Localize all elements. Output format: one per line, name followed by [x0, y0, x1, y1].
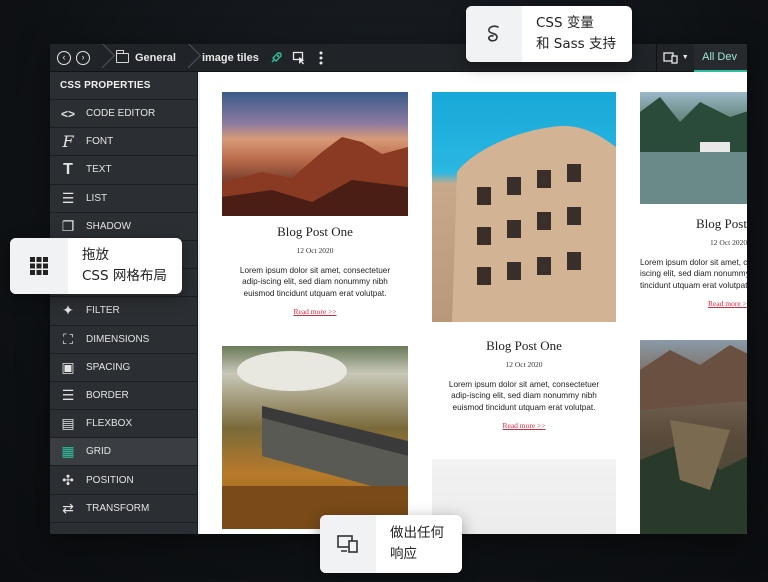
blog-card: Blog Post One 12 Oct 2020 Lorem ipsum do…	[222, 224, 408, 319]
sidebar-item-dimensions[interactable]: ⛶ DIMENSIONS	[50, 326, 197, 354]
card-title: Blog Post One	[486, 338, 562, 353]
card-image-building[interactable]	[432, 92, 616, 322]
css-properties-panel: CSS PROPERTIES <> CODE EDITOR F FONT T TEXT ☰ L…	[50, 72, 198, 534]
device-switch-button[interactable]: ▼	[656, 44, 694, 72]
sass-icon	[466, 6, 522, 62]
list-icon: ☰	[61, 189, 75, 206]
filter-icon: ✦	[62, 302, 74, 319]
chevron-down-icon: ▼	[681, 54, 689, 61]
callout-responsive-text: 做出任何 响应	[376, 523, 444, 565]
card-image-valley[interactable]	[640, 340, 747, 534]
folder-icon	[115, 49, 129, 63]
sidebar-item-flexbox[interactable]: ▤ FLEXBOX	[50, 410, 197, 439]
back-icon[interactable]: ‹	[57, 50, 71, 65]
sidebar-item-shadow[interactable]: ❐ SHADOW	[50, 213, 197, 241]
devices-icon	[663, 51, 678, 64]
blog-card: Blog Post 12 Oct 2020 Lorem ipsum dolor …	[640, 216, 747, 311]
blog-card: Blog Post One 12 Oct 2020 Lorem ipsum do…	[432, 338, 616, 433]
sidebar-item-label: DIMENSIONS	[86, 333, 150, 345]
sidebar-item-label: BORDER	[86, 389, 129, 401]
property-list: <>CODE EDITORFFONTTTEXT☰LIST❐SHADOW▦BACK…	[50, 100, 197, 534]
callout-grid-line2: CSS 网格布局	[82, 268, 167, 284]
select-cursor-icon[interactable]	[289, 51, 309, 65]
card-image-train[interactable]	[222, 346, 408, 529]
sidebar-item-label: TRANSFORM	[86, 502, 150, 514]
callout-responsive-line1: 做出任何	[390, 525, 444, 541]
more-vertical-icon[interactable]	[313, 51, 329, 65]
sidebar-item-grid[interactable]: ▦ GRID	[50, 438, 197, 467]
position-icon: ✣	[62, 471, 74, 488]
card-title: Blog Post One	[277, 224, 353, 239]
sidebar-item-filter[interactable]: ✦ FILTER	[50, 297, 197, 326]
callout-responsive: 做出任何 响应	[320, 515, 462, 573]
sidebar-item-label: GRID	[86, 446, 111, 458]
transform-icon: ⇄	[62, 499, 74, 516]
sidebar-item-spacing[interactable]: ▣ SPACING	[50, 354, 197, 382]
spacing-icon: ▣	[61, 358, 75, 375]
sidebar-item-label: POSITION	[86, 474, 134, 486]
callout-grid-line1: 拖放	[82, 247, 109, 263]
tab-all-devices[interactable]: All Dev	[694, 44, 747, 72]
sidebar-item-transform[interactable]: ⇄ TRANSFORM	[50, 495, 197, 523]
breadcrumb-folder-label: General	[135, 51, 176, 64]
breadcrumb-separator	[98, 44, 108, 72]
flexbox-icon: ▤	[61, 415, 75, 432]
border-icon: ☰	[61, 386, 75, 403]
card-date: 12 Oct 2020	[505, 360, 543, 369]
card-date: 12 Oct 2020	[296, 246, 334, 255]
sidebar-item-code-editor[interactable]: <> CODE EDITOR	[50, 100, 197, 129]
card-date: 12 Oct 2020	[710, 238, 747, 247]
sidebar-item-font[interactable]: F FONT	[50, 128, 197, 157]
dimensions-icon: ⛶	[63, 330, 73, 347]
grid-icon: ▦	[61, 443, 75, 460]
breadcrumb-page[interactable]: image tiles	[194, 44, 267, 72]
card-title: Blog Post	[696, 216, 747, 231]
sidebar-item-list[interactable]: ☰ LIST	[50, 185, 197, 213]
top-toolbar: ‹ › General image tiles ▼ All Dev	[50, 44, 747, 72]
callout-sass-text: CSS 变量 和 Sass 支持	[522, 13, 616, 55]
page-preview: Blog Post One 12 Oct 2020 Lorem ipsum do…	[200, 72, 747, 534]
shadow-icon: ❐	[61, 217, 75, 234]
sidebar-item-label: SHADOW	[86, 220, 131, 232]
breadcrumb-folder[interactable]: General	[108, 44, 184, 72]
design-canvas[interactable]: Blog Post One 12 Oct 2020 Lorem ipsum do…	[198, 72, 747, 534]
breadcrumb-separator	[184, 44, 194, 72]
code-icon: <>	[60, 106, 75, 121]
card-body: Lorem ipsum dolor sit amet, consectetuer…	[640, 258, 747, 290]
card-body: Lorem ipsum dolor sit amet, consectetuer…	[239, 266, 391, 298]
sidebar-item-label: FONT	[86, 136, 114, 148]
sidebar-item-more[interactable]	[50, 523, 197, 534]
callout-grid-text: 拖放 CSS 网格布局	[68, 245, 167, 287]
callout-sass-line1: CSS 变量	[536, 15, 594, 31]
sidebar-item-border[interactable]: ☰ BORDER	[50, 382, 197, 411]
sidebar-item-text[interactable]: T TEXT	[50, 156, 197, 185]
grid-layout-icon	[10, 238, 68, 294]
sidebar-item-label: FILTER	[86, 305, 120, 317]
sidebar-item-label: CODE EDITOR	[86, 108, 156, 120]
panel-title: CSS PROPERTIES	[50, 72, 197, 100]
read-more-link[interactable]: Read more >>	[502, 421, 545, 430]
sidebar-item-position[interactable]: ✣ POSITION	[50, 466, 197, 495]
sidebar-item-label: SPACING	[86, 361, 131, 373]
font-icon: F	[62, 132, 74, 152]
sidebar-item-label: TEXT	[86, 164, 112, 176]
card-image-lake[interactable]	[640, 92, 747, 204]
forward-icon[interactable]: ›	[76, 50, 90, 65]
callout-grid: 拖放 CSS 网格布局	[10, 238, 182, 294]
read-more-link[interactable]: Read more >>	[293, 307, 336, 316]
sidebar-item-label: LIST	[86, 192, 108, 204]
tab-all-devices-label: All Dev	[702, 50, 737, 63]
callout-sass-line2: 和 Sass 支持	[536, 36, 616, 52]
read-more-link[interactable]: Read more >>	[708, 299, 747, 308]
text-icon: T	[63, 160, 73, 178]
breadcrumb-page-label: image tiles	[201, 51, 259, 64]
callout-responsive-line2: 响应	[390, 546, 417, 562]
card-image-canyon[interactable]	[222, 92, 408, 216]
rocket-icon[interactable]	[267, 51, 285, 65]
card-body: Lorem ipsum dolor sit amet, consectetuer…	[448, 380, 600, 412]
callout-sass: CSS 变量 和 Sass 支持	[466, 6, 632, 62]
sidebar-item-label: FLEXBOX	[86, 418, 133, 430]
responsive-devices-icon	[320, 515, 376, 573]
